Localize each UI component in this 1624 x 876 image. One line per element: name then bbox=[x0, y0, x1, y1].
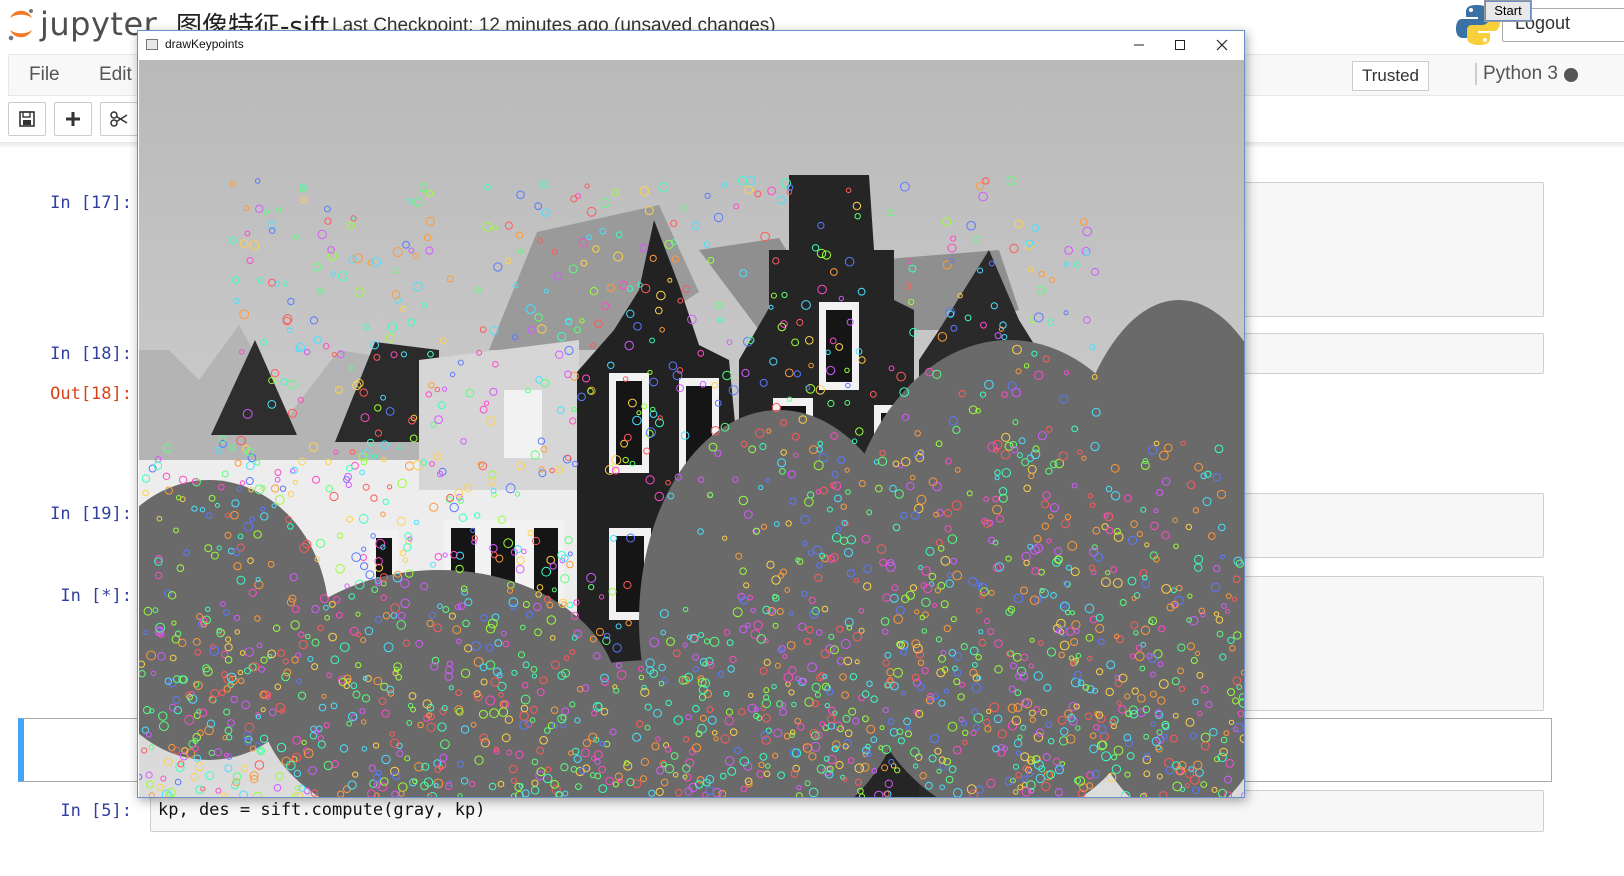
scissors-icon bbox=[110, 111, 128, 127]
white-building-mid bbox=[419, 340, 579, 490]
jupyter-logo[interactable]: jupyter bbox=[6, 4, 157, 44]
keypoints-image bbox=[139, 60, 1244, 797]
cell-prompt-17: In [17]: bbox=[50, 193, 132, 213]
cut-button[interactable] bbox=[100, 102, 138, 136]
window-title: drawKeypoints bbox=[165, 37, 244, 51]
code-cell-5-source[interactable]: kp, des = sift.compute(gray, kp) bbox=[158, 800, 486, 820]
window-titlebar[interactable]: drawKeypoints bbox=[138, 31, 1244, 59]
cell-prompt-running: In [*]: bbox=[60, 586, 132, 606]
cell-prompt-19: In [19]: bbox=[50, 504, 132, 524]
save-button[interactable] bbox=[8, 102, 46, 136]
menu-edit[interactable]: Edit bbox=[99, 64, 132, 86]
menu-file[interactable]: File bbox=[29, 64, 60, 86]
insert-cell-button[interactable] bbox=[54, 102, 92, 136]
window-app-icon bbox=[146, 39, 158, 50]
plus-icon bbox=[66, 112, 80, 126]
minimize-button[interactable] bbox=[1118, 34, 1160, 56]
cell-prompt-5: In [5]: bbox=[60, 801, 132, 821]
start-button[interactable]: Start bbox=[1484, 0, 1532, 22]
cell-output-prompt-18: Out[18]: bbox=[50, 384, 132, 404]
kernel-name[interactable]: Python 3 bbox=[1475, 63, 1558, 85]
kernel-status-icon bbox=[1564, 68, 1578, 82]
drawkeypoints-window[interactable]: drawKeypoints bbox=[137, 30, 1245, 798]
maximize-button[interactable] bbox=[1159, 34, 1201, 56]
trusted-indicator[interactable]: Trusted bbox=[1352, 61, 1430, 91]
close-icon bbox=[1216, 39, 1228, 51]
close-button[interactable] bbox=[1201, 34, 1243, 56]
jupyter-logo-icon bbox=[8, 9, 33, 41]
minimize-icon bbox=[1134, 44, 1144, 46]
keypoints-scene bbox=[139, 60, 1244, 797]
cell-prompt-18: In [18]: bbox=[50, 344, 132, 364]
maximize-icon bbox=[1175, 40, 1185, 50]
save-icon bbox=[19, 111, 35, 127]
